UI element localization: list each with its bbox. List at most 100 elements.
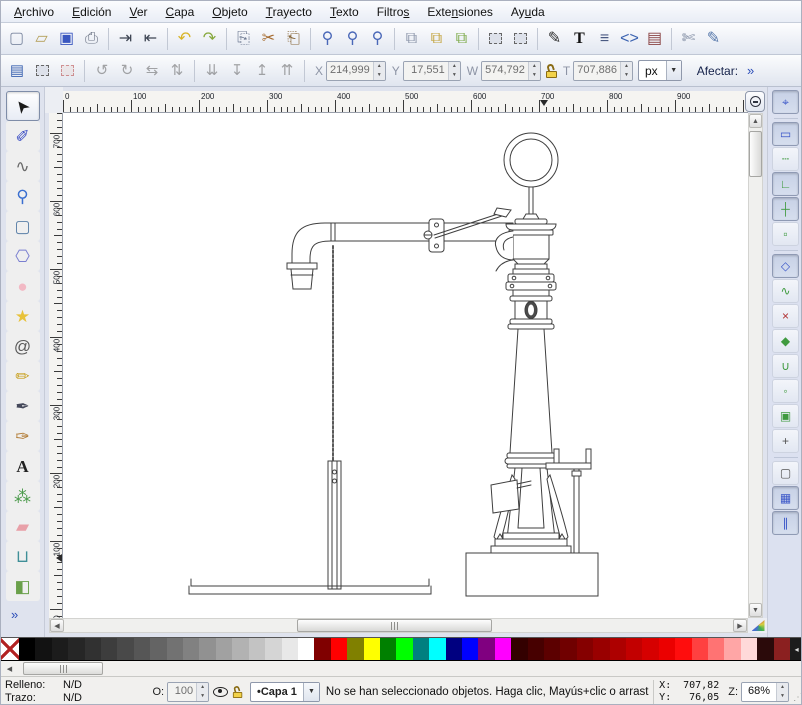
layer-visibility-icon[interactable] <box>213 687 228 697</box>
menu-capa[interactable]: Capa <box>157 2 204 22</box>
node-tool[interactable]: ✐ <box>6 121 40 151</box>
units-dropdown-arrow[interactable]: ▼ <box>666 61 681 80</box>
palette-swatch[interactable] <box>331 638 347 660</box>
spiral-tool[interactable]: @ <box>6 331 40 361</box>
palette-swatch[interactable] <box>528 638 544 660</box>
palette-swatch[interactable] <box>199 638 215 660</box>
align-distribute-dialog-button[interactable]: ▤ <box>642 26 667 51</box>
duplicate-button[interactable]: ⧉ <box>399 26 424 51</box>
tweak-tool[interactable]: ∿ <box>6 151 40 181</box>
resize-grip[interactable]: ⋰ <box>793 681 802 703</box>
rotate-cw-button[interactable]: ↻ <box>115 59 139 83</box>
palette-swatch[interactable] <box>396 638 412 660</box>
menu-texto[interactable]: Texto <box>321 2 368 22</box>
raise-to-top-button[interactable]: ⇈ <box>275 59 299 83</box>
x-input[interactable]: 214,999 ▲▼ <box>326 61 386 81</box>
layer-dropdown-arrow[interactable]: ▼ <box>303 683 319 701</box>
x-spinner-arrows[interactable]: ▲▼ <box>373 62 385 80</box>
palette-swatch[interactable] <box>478 638 494 660</box>
palette-swatch[interactable] <box>757 638 773 660</box>
menu-extensiones[interactable]: Extensiones <box>418 2 501 22</box>
height-value[interactable]: 707,886 <box>574 62 620 80</box>
palette-scroll-left-button[interactable]: ◀ <box>3 662 16 675</box>
width-input[interactable]: 574,792 ▲▼ <box>481 61 541 81</box>
canvas[interactable] <box>63 113 748 618</box>
snap-smooth-nodes-button[interactable]: ∪ <box>772 354 799 378</box>
y-value[interactable]: 17,551 <box>404 62 448 80</box>
star-tool[interactable]: ★ <box>6 301 40 331</box>
toolbox-overflow-button[interactable]: » <box>11 607 18 622</box>
deselect-button[interactable] <box>55 59 79 83</box>
snap-bbox-edges-button[interactable]: ┄ <box>772 147 799 171</box>
layer-lock-icon[interactable] <box>233 686 243 698</box>
fill-stroke-dialog-button[interactable]: ✎ <box>542 26 567 51</box>
palette-swatch[interactable] <box>134 638 150 660</box>
pencil-tool[interactable]: ✏ <box>6 361 40 391</box>
ellipse-tool[interactable]: ● <box>6 271 40 301</box>
snap-bbox-centers-button[interactable]: ▫ <box>772 222 799 246</box>
palette-swatch[interactable] <box>167 638 183 660</box>
opacity-input[interactable]: 100 ▲▼ <box>167 682 209 702</box>
snap-page-border-button[interactable]: ▢ <box>772 461 799 485</box>
redo-button[interactable]: ↷ <box>197 26 222 51</box>
palette-swatch[interactable] <box>232 638 248 660</box>
palette-swatch[interactable] <box>741 638 757 660</box>
vertical-scrollbar-thumb[interactable] <box>749 131 762 177</box>
pen-tool[interactable]: ✒ <box>6 391 40 421</box>
spray-tool[interactable]: ⁂ <box>6 481 40 511</box>
optionsbar-overflow-button[interactable]: » <box>747 63 754 78</box>
raise-one-step-button[interactable]: ↥ <box>250 59 274 83</box>
zoom-to-drawing-button[interactable]: ⚲ <box>340 26 365 51</box>
palette-swatch[interactable] <box>298 638 314 660</box>
palette-swatch[interactable] <box>249 638 265 660</box>
snap-path-intersections-button[interactable]: × <box>772 304 799 328</box>
palette-swatch[interactable] <box>52 638 68 660</box>
flip-horizontal-button[interactable]: ⇆ <box>140 59 164 83</box>
text-tool[interactable]: A <box>6 451 40 481</box>
zoom-to-selection-button[interactable]: ⚲ <box>315 26 340 51</box>
palette-swatch[interactable] <box>774 638 790 660</box>
palette-swatch[interactable] <box>68 638 84 660</box>
layers-dialog-button[interactable]: ≡ <box>592 26 617 51</box>
palette-scrollbar-thumb[interactable] <box>23 662 103 675</box>
save-document-button[interactable]: ▣ <box>54 26 79 51</box>
snap-grids-button[interactable]: ▦ <box>772 486 799 510</box>
palette-swatch[interactable] <box>216 638 232 660</box>
palette-swatch[interactable] <box>183 638 199 660</box>
zoom-to-page-button[interactable]: ⚲ <box>365 26 390 51</box>
palette-scrollbar[interactable]: ◀ <box>1 661 802 677</box>
height-input[interactable]: 707,886 ▲▼ <box>573 61 633 81</box>
cut-button[interactable]: ✂ <box>256 26 281 51</box>
import-bitmap-button[interactable]: ⇥ <box>113 26 138 51</box>
palette-swatch[interactable] <box>462 638 478 660</box>
palette-swatch[interactable] <box>282 638 298 660</box>
horizontal-scrollbar[interactable]: ◀ ▶ <box>49 618 748 633</box>
palette-swatch[interactable] <box>413 638 429 660</box>
snap-bbox-edge-midpoints-button[interactable]: ┼ <box>772 197 799 221</box>
calligraphy-tool[interactable]: ✑ <box>6 421 40 451</box>
palette-swatch[interactable] <box>708 638 724 660</box>
palette-swatch[interactable] <box>19 638 35 660</box>
palette-swatch[interactable] <box>364 638 380 660</box>
select-all-button[interactable]: ▤ <box>5 59 29 83</box>
palette-swatch[interactable] <box>150 638 166 660</box>
lower-to-bottom-button[interactable]: ⇊ <box>200 59 224 83</box>
palette-swatch[interactable] <box>675 638 691 660</box>
palette-swatch[interactable] <box>544 638 560 660</box>
palette-swatch[interactable] <box>265 638 281 660</box>
scroll-up-button[interactable]: ▲ <box>749 114 762 128</box>
opacity-spinner-arrows[interactable]: ▲▼ <box>196 683 208 701</box>
zoom-corner-button[interactable] <box>745 91 765 112</box>
palette-swatch[interactable] <box>101 638 117 660</box>
snap-cusp-nodes-button[interactable]: ◆ <box>772 329 799 353</box>
zoom-tool[interactable]: ⚲ <box>6 181 40 211</box>
ungroup-objects-button[interactable] <box>508 26 533 51</box>
palette-swatch[interactable] <box>593 638 609 660</box>
palette-scroll-arrow[interactable]: ◂ <box>790 638 802 660</box>
palette-swatch[interactable] <box>380 638 396 660</box>
palette-swatch[interactable] <box>560 638 576 660</box>
box3d-tool[interactable]: ⎔ <box>6 241 40 271</box>
text-dialog-button[interactable]: T <box>567 26 592 51</box>
undo-button[interactable]: ↶ <box>172 26 197 51</box>
scroll-down-button[interactable]: ▼ <box>749 603 762 617</box>
